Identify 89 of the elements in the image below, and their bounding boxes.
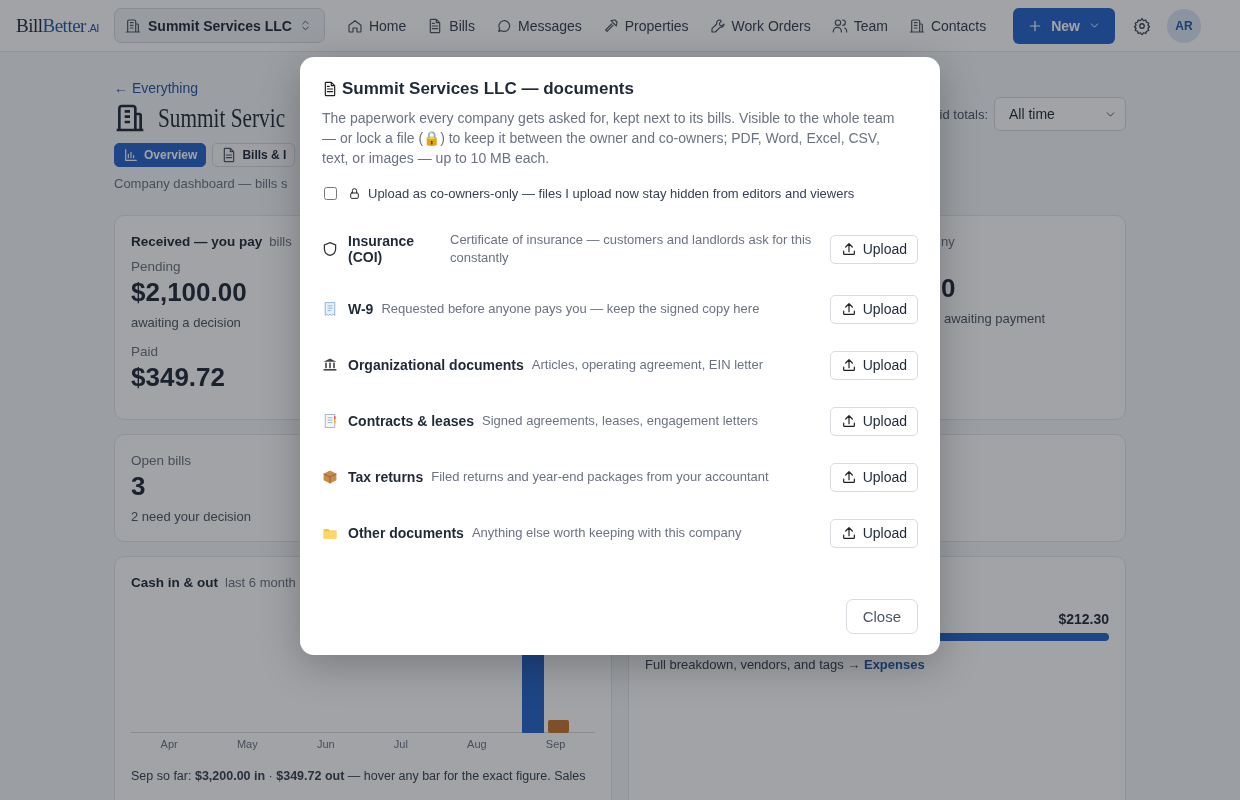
expenses-link[interactable]: Expenses (863, 657, 925, 672)
wrench-icon (709, 17, 726, 34)
upload-icon (840, 301, 857, 317)
people-icon (831, 17, 848, 34)
upload-icon (840, 525, 857, 541)
sent-note: awaiting payment (944, 311, 1046, 326)
pending-amount: $2,100.00 (131, 277, 247, 308)
paid-amount: $349.72 (131, 362, 225, 393)
nav-link[interactable]: Contacts (908, 17, 987, 34)
document-list-icon (322, 413, 338, 429)
nav-link[interactable]: Messages (495, 17, 582, 34)
co-owners-checkbox[interactable] (324, 187, 337, 200)
document-icon (322, 81, 338, 97)
close-button[interactable]: Close (845, 599, 918, 634)
open-bills-count: 3 (131, 471, 146, 502)
chat-bubble-icon (495, 17, 512, 34)
document-type-description: Certificate of insurance — customers and landlords ask for this constantly (450, 231, 813, 267)
document-type-name: Contracts & leases (348, 413, 475, 429)
upload-icon (840, 469, 857, 485)
bar-chart-icon (123, 147, 139, 163)
user-avatar[interactable]: AR (1166, 8, 1201, 43)
upload-button[interactable]: Upload (829, 462, 918, 492)
sent-amount: 0 (941, 273, 956, 304)
lock-icon (348, 187, 361, 200)
shield-icon (322, 241, 338, 257)
pending-label: Pending (131, 259, 181, 274)
paid-label: Paid (131, 344, 159, 359)
home-icon (346, 17, 363, 34)
upload-icon (840, 241, 857, 257)
hammer-icon (602, 17, 619, 34)
upload-icon (840, 357, 857, 373)
new-button[interactable]: New (1013, 7, 1115, 44)
box-icon (322, 469, 338, 485)
open-bills-note: 2 need your decision (131, 509, 251, 524)
nav-link[interactable]: Properties (602, 17, 689, 34)
page-subtitle: Company dashboard — bills s (114, 176, 288, 191)
nav-link[interactable]: Home (346, 17, 407, 34)
document-type-description: Requested before anyone pays you — keep the signed copy here (381, 300, 761, 318)
document-type-name: Organizational documents (348, 357, 524, 373)
upload-button[interactable]: Upload (829, 350, 918, 380)
nav-link[interactable]: Bills (427, 17, 475, 34)
axis-label: Apr (160, 738, 178, 750)
tab[interactable]: Bills & I (212, 143, 296, 167)
building-icon (908, 17, 925, 34)
back-link[interactable]: ← Everything (114, 80, 199, 96)
nav-link[interactable]: Work Orders (709, 17, 811, 34)
page-title: Summit Servic (158, 102, 286, 134)
card-note: last 6 month (225, 575, 296, 590)
document-type-name: Insurance (COI) (348, 233, 416, 265)
open-bills-label: Open bills (131, 453, 192, 468)
period-select[interactable]: All time (994, 97, 1126, 131)
dialog-description: The paperwork every company gets asked for, kept next to its bills. Visible to the whole team — or lock a file (🔒) to keep it between the owner and co-owners; PDF, Word, Excel, CSV, text, or images — up to 10 MB each. (322, 109, 896, 168)
totals-label: id totals: (939, 106, 988, 122)
upload-icon (840, 413, 857, 429)
document-type-name: Other documents (348, 525, 464, 541)
tab[interactable]: Overview (114, 143, 207, 167)
card-title: Cash in & out (131, 575, 218, 590)
chart-summary: Sep so far: $3,200.00 in · $349.72 out — hover any bar for the exact figure. Sales (131, 768, 586, 784)
document-type-name: Tax returns (348, 469, 424, 485)
upload-button[interactable]: Upload (829, 406, 918, 436)
document-type-description: Anything else worth keeping with this company (471, 524, 743, 542)
breakdown-text: Full breakdown, vendors, and tags → (645, 657, 861, 672)
nav-link[interactable]: Team (831, 17, 888, 34)
settings-icon[interactable] (1132, 16, 1151, 35)
bank-icon (322, 357, 338, 373)
axis-label: Sep (545, 738, 566, 750)
checkbox-label: Upload as co-owners-only — files I upload now stay hidden from editors and viewers (368, 186, 855, 201)
card-title: Received — you pay (131, 234, 263, 249)
axis-label: May (236, 738, 258, 750)
logo[interactable]: BillBetter.AI (16, 14, 114, 37)
document-type-name: W-9 (348, 301, 374, 317)
expense-amount: $212.30 (1058, 611, 1109, 627)
dialog-title: Summit Services LLC — documents (342, 79, 634, 99)
axis-label: Jul (393, 738, 408, 750)
building-icon (114, 102, 146, 134)
document-type-description: Articles, operating agreement, EIN letter (531, 356, 765, 374)
receipt-icon (322, 301, 338, 317)
axis-label: Aug (467, 738, 487, 750)
document-type-description: Filed returns and year-end packages from your accountant (431, 468, 770, 486)
document-type-description: Signed agreements, leases, engagement letters (482, 412, 760, 430)
upload-button[interactable]: Upload (829, 294, 918, 324)
pending-note: awaiting a decision (131, 315, 241, 330)
card-note: ny (941, 234, 955, 249)
upload-button[interactable]: Upload (829, 234, 918, 264)
company-selector[interactable]: Summit Services LLC (114, 8, 325, 43)
upload-button[interactable]: Upload (829, 518, 918, 548)
building-icon (125, 17, 141, 34)
card-note: bills (269, 234, 292, 249)
axis-label: Jun (316, 738, 335, 750)
